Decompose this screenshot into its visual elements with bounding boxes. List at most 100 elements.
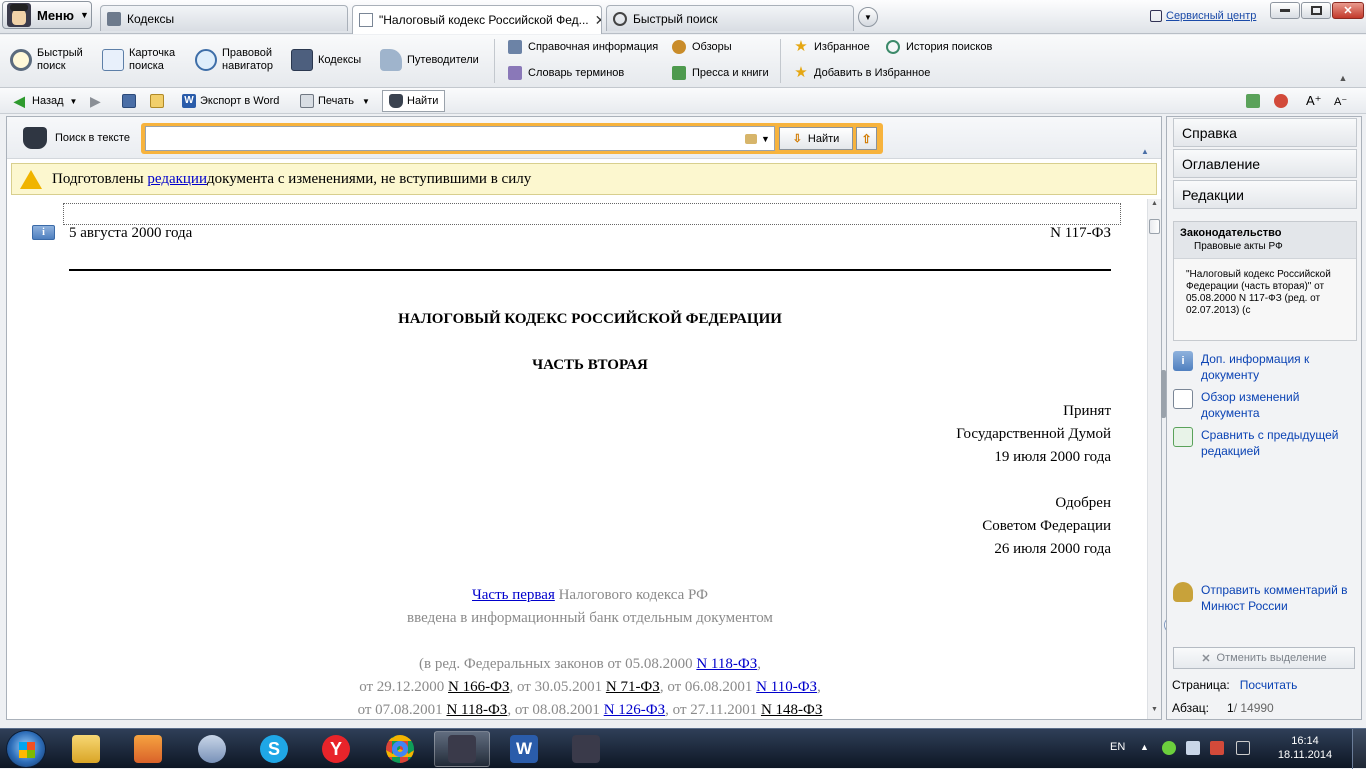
language-indicator[interactable]: EN [1110, 741, 1125, 753]
cross-icon: ✕ [1201, 652, 1211, 665]
more-info-label: Доп. информация к документу [1201, 352, 1310, 382]
part-one-link[interactable]: Часть первая [472, 587, 555, 603]
collapse-search-button[interactable]: ▲ [1141, 147, 1149, 156]
taskbar-chrome[interactable] [372, 731, 428, 767]
legal-navigator-button[interactable]: Правовой навигатор [195, 47, 273, 73]
amendment-link[interactable]: N 118-ФЗ [696, 656, 757, 672]
search-card-button[interactable]: Карточка поиска [102, 47, 175, 73]
minimize-button[interactable] [1270, 2, 1300, 19]
find-previous-button[interactable]: ⇧ [856, 127, 877, 150]
search-history-dropdown[interactable]: ▼ [741, 126, 775, 151]
amendment-text: , от 06.08.2001 [659, 679, 757, 695]
amendment-link[interactable]: N 166-ФЗ [448, 679, 509, 695]
close-icon[interactable]: ✕ [589, 12, 601, 29]
start-button[interactable] [6, 730, 46, 768]
tab-document[interactable]: "Налоговый кодекс Российской Фед... ✕ [352, 5, 602, 34]
export-document-button[interactable] [1246, 92, 1264, 110]
ribbon-separator [494, 39, 495, 83]
codes-button[interactable]: Кодексы [291, 49, 361, 71]
more-info-link[interactable]: i Доп. информация к документу [1173, 351, 1353, 383]
document-scrollbar[interactable]: ▲ ▼ [1147, 199, 1161, 719]
arrow-up-icon: ⇧ [861, 131, 872, 146]
taskbar-explorer[interactable] [58, 731, 114, 767]
show-desktop-button[interactable] [1352, 729, 1366, 769]
scroll-down-arrow[interactable]: ▼ [1149, 706, 1160, 717]
taskbar-skype[interactable]: S [246, 731, 302, 767]
part-one-note: введена в информационный банк отдельным … [407, 610, 773, 626]
tab-list-dropdown[interactable]: ▼ [858, 7, 878, 27]
taskbar-word[interactable]: W [496, 731, 552, 767]
service-center-link[interactable]: Сервисный центр [1150, 10, 1256, 22]
changes-review-link[interactable]: Обзор изменений документа [1173, 389, 1353, 421]
taskbar-consultant-2[interactable] [558, 731, 614, 767]
find-toggle-button[interactable]: Найти [382, 90, 446, 112]
collapse-ribbon-button[interactable]: ▲ [1322, 73, 1364, 87]
taskbar-consultant[interactable] [434, 731, 490, 767]
editions-button[interactable]: Редакции [1173, 180, 1357, 209]
tab-codes[interactable]: Кодексы [100, 5, 348, 31]
send-comment-link[interactable]: Отправить комментарий в Минюст России [1173, 582, 1357, 614]
cancel-selection-button[interactable]: ✕ Отменить выделение [1173, 647, 1355, 669]
print-button[interactable]: Печать ▼ [300, 92, 370, 110]
minimize-icon [1280, 9, 1290, 12]
increase-font-button[interactable]: A⁺ [1306, 92, 1322, 110]
document-icon [359, 13, 373, 27]
info-icon[interactable]: i [32, 225, 55, 240]
favorites-button[interactable]: ★ Избранное [794, 39, 869, 54]
action-center-icon[interactable] [1236, 741, 1250, 755]
remove-marks-button[interactable] [1274, 92, 1292, 110]
menu-button[interactable]: Меню ▼ [2, 1, 92, 29]
search-history-button[interactable]: История поисков [886, 40, 992, 54]
forward-button[interactable]: ▶ [90, 92, 108, 110]
tray-expand-icon[interactable]: ▲ [1140, 742, 1149, 752]
emblem-icon [1173, 582, 1193, 602]
find-next-button[interactable]: ⇩ Найти [779, 127, 853, 150]
taskbar-yandex[interactable]: Y [308, 731, 364, 767]
quick-search-button[interactable]: Быстрый поиск [10, 47, 83, 73]
volume-icon[interactable] [1186, 741, 1200, 755]
taskbar-volume-app[interactable] [184, 731, 240, 767]
reviews-button[interactable]: Обзоры [672, 40, 732, 54]
taskbar-media-player[interactable] [120, 731, 176, 767]
export-word-button[interactable]: W Экспорт в Word [182, 92, 279, 110]
arrow-left-icon: ◀ [14, 93, 25, 109]
add-favorites-button[interactable]: ★ Добавить в Избранное [794, 65, 930, 80]
search-card-icon [102, 49, 124, 71]
glossary-button[interactable]: Словарь терминов [508, 66, 624, 80]
speaker-icon [198, 735, 226, 763]
network-icon[interactable] [1210, 741, 1224, 755]
count-pages-link[interactable]: Посчитать [1240, 678, 1298, 692]
clock-time: 16:14 [1291, 735, 1319, 747]
maximize-button[interactable] [1301, 2, 1331, 19]
contents-button[interactable]: Оглавление [1173, 149, 1357, 178]
back-button[interactable]: ◀ Назад ▼ [14, 92, 77, 110]
amendment-link[interactable]: N 148-ФЗ [761, 702, 822, 718]
guides-button[interactable]: Путеводители [380, 49, 479, 71]
scroll-up-arrow[interactable]: ▲ [1149, 200, 1160, 211]
amendment-link[interactable]: N 71-ФЗ [606, 679, 660, 695]
document-text[interactable]: i 5 августа 2000 года N 117-ФЗ НАЛОГОВЫЙ… [7, 199, 1147, 719]
find-next-label: Найти [807, 132, 840, 145]
clock[interactable]: 16:14 18.11.2014 [1274, 734, 1336, 762]
tab-quick-search[interactable]: Быстрый поиск [606, 5, 854, 31]
press-books-button[interactable]: Пресса и книги [672, 66, 769, 80]
tray-app-icon[interactable] [1162, 741, 1176, 755]
reference-info-button[interactable]: Справочная информация [508, 40, 658, 54]
window-close-button[interactable]: ✕ [1332, 2, 1364, 19]
approved-line: Советом Федерации [982, 518, 1111, 534]
font-increase-icon: A⁺ [1306, 93, 1322, 108]
search-in-text-input[interactable] [145, 126, 765, 151]
amendment-link[interactable]: N 118-ФЗ [446, 702, 507, 718]
editions-link[interactable]: редакции [147, 171, 207, 188]
scroll-thumb[interactable] [1149, 219, 1160, 234]
decrease-font-button[interactable]: A⁻ [1334, 92, 1347, 110]
compare-editions-link[interactable]: Сравнить с предыдущей редакцией [1173, 427, 1357, 459]
amendments-line-3: от 07.08.2001 N 118-ФЗ, от 08.08.2001 N … [69, 702, 1111, 719]
help-button[interactable]: Справка [1173, 118, 1357, 147]
save-button[interactable] [122, 92, 140, 110]
font-decrease-icon: A⁻ [1334, 95, 1348, 108]
amendment-link[interactable]: N 110-ФЗ [756, 679, 817, 695]
save-to-folder-button[interactable] [150, 92, 168, 110]
amendment-link[interactable]: N 126-ФЗ [604, 702, 665, 718]
cursor-paragraph-frame [63, 203, 1121, 225]
